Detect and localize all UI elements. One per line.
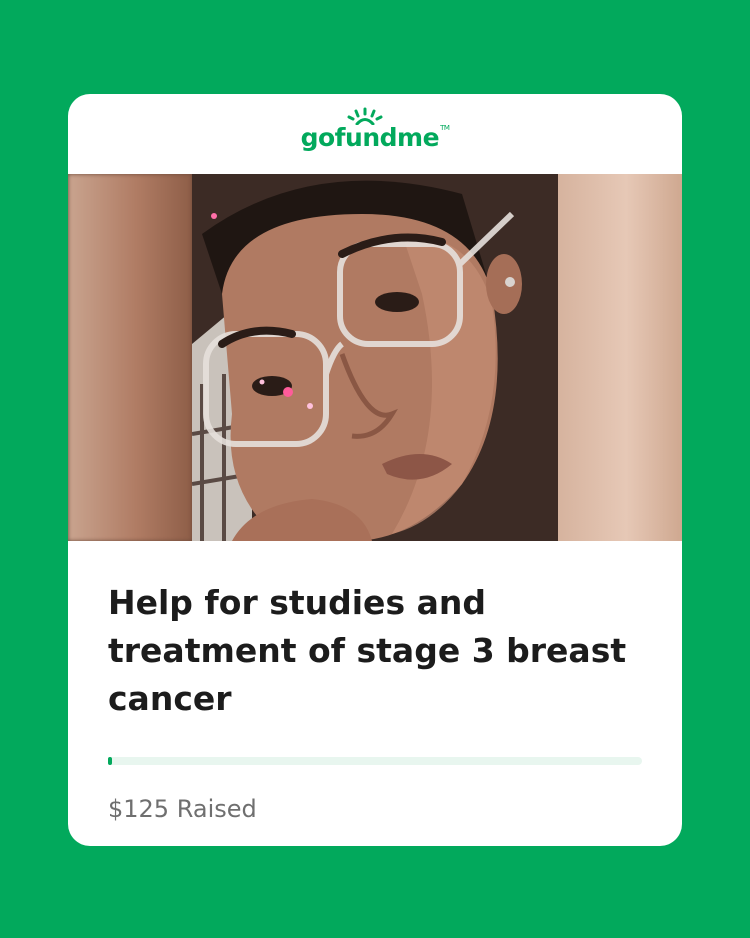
amount-raised: $125 Raised	[108, 795, 257, 823]
logo-text-left: gof	[300, 122, 346, 152]
logo-bar: gofundmeTM	[68, 94, 682, 174]
photo-blur-right	[558, 174, 682, 541]
logo-text-right: ndme	[362, 122, 440, 152]
logo-text-u: u	[345, 122, 363, 152]
trademark: TM	[440, 123, 450, 132]
portrait-illustration	[191, 174, 558, 541]
photo-portrait	[191, 174, 558, 541]
gofundme-logo: gofundmeTM	[300, 107, 450, 152]
campaign-card[interactable]: gofundmeTM Help for studies and treatmen…	[68, 94, 682, 846]
sun-rays-icon	[347, 107, 383, 125]
campaign-title[interactable]: Help for studies and treatment of stage …	[108, 579, 642, 723]
photo-blur-left	[68, 174, 192, 541]
campaign-photo[interactable]	[68, 174, 682, 541]
progress-fill	[108, 757, 113, 765]
progress-bar	[108, 757, 642, 765]
